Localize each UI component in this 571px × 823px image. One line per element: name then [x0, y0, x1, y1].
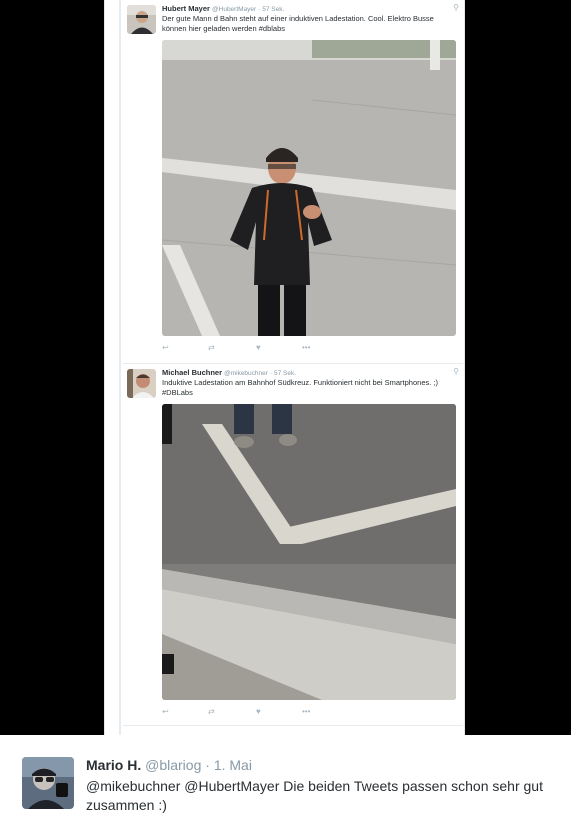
author-name[interactable]: Hubert Mayer [162, 4, 210, 13]
tweet-date[interactable]: · 1. Mai [205, 757, 252, 773]
screenshot-page: Hubert Mayer @HubertMayer · 57 Sek. ⚲ De… [0, 0, 571, 823]
tweet-actions: ↩ ⇄ ♥ ••• [162, 343, 362, 355]
author-handle[interactable]: @blariog [145, 757, 201, 773]
tweet-michael[interactable]: Michael Buchner @mikebuchner · 57 Sek. ⚲… [123, 363, 463, 725]
tweet-hubert[interactable]: Hubert Mayer @HubertMayer · 57 Sek. ⚲ De… [123, 0, 463, 362]
reply-icon[interactable]: ↩ [162, 343, 169, 352]
reply-tweet[interactable]: Mario H. @blariog · 1. Mai @mikebuchner … [0, 735, 571, 823]
location-pin-icon: ⚲ [453, 367, 459, 376]
tweet-photo[interactable] [162, 40, 456, 336]
retweet-icon[interactable]: ⇄ [208, 343, 215, 352]
avatar[interactable] [127, 5, 156, 34]
author-handle[interactable]: @HubertMayer [212, 6, 256, 13]
reply-header: Mario H. @blariog · 1. Mai [86, 757, 252, 773]
reply-icon[interactable]: ↩ [162, 707, 169, 716]
avatar[interactable] [127, 369, 156, 398]
tweet-header: Michael Buchner @mikebuchner · 57 Sek. [162, 368, 296, 377]
reply-text: @mikebuchner @HubertMayer Die beiden Twe… [86, 778, 543, 813]
author-name[interactable]: Michael Buchner [162, 368, 222, 377]
more-icon[interactable]: ••• [302, 707, 310, 716]
location-pin-icon: ⚲ [453, 3, 459, 12]
tweet-cut-off [123, 725, 463, 735]
author-handle[interactable]: @mikebuchner [224, 370, 268, 377]
conversation-line [119, 0, 121, 735]
author-name[interactable]: Mario H. [86, 757, 141, 773]
tweet-header: Hubert Mayer @HubertMayer · 57 Sek. [162, 4, 284, 13]
tweet-actions: ↩ ⇄ ♥ ••• [162, 707, 362, 719]
tweet-time[interactable]: · 57 Sek. [270, 370, 296, 377]
embedded-timeline-screenshot: Hubert Mayer @HubertMayer · 57 Sek. ⚲ De… [104, 0, 465, 735]
tweet-text: Induktive Ladestation am Bahnhof Südkreu… [162, 378, 438, 397]
more-icon[interactable]: ••• [302, 343, 310, 352]
tweet-text: Der gute Mann d Bahn steht auf einer ind… [162, 14, 434, 33]
tweet-time[interactable]: · 57 Sek. [258, 6, 284, 13]
heart-icon[interactable]: ♥ [256, 343, 261, 352]
heart-icon[interactable]: ♥ [256, 707, 261, 716]
retweet-icon[interactable]: ⇄ [208, 707, 215, 716]
avatar[interactable] [22, 757, 74, 809]
tweet-photo[interactable] [162, 404, 456, 700]
